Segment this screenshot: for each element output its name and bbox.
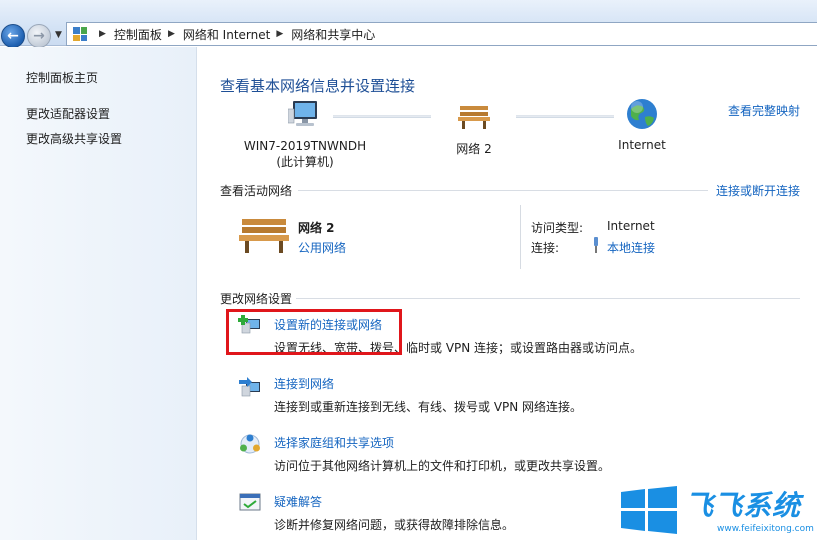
local-connection-link[interactable]: 本地连接 — [607, 239, 655, 256]
chevron-right-icon[interactable]: ▶ — [99, 29, 106, 39]
map-network-name: 网络 2 — [456, 142, 492, 156]
bench-icon — [239, 219, 289, 253]
bench-icon — [458, 106, 490, 129]
network-type-link[interactable]: 公用网络 — [298, 239, 346, 256]
homegroup-icon — [240, 434, 260, 454]
local-connection-icon — [591, 237, 601, 256]
troubleshoot-icon — [239, 493, 261, 511]
breadcrumb-item-control-panel[interactable]: 控制面板 — [114, 26, 162, 43]
control-panel-icon — [73, 27, 87, 41]
map-connector — [333, 115, 431, 118]
access-type-value: Internet — [607, 219, 655, 233]
connect-network-icon — [239, 377, 260, 397]
computer-icon — [288, 101, 317, 126]
windows-logo-icon — [621, 486, 677, 534]
computer-sublabel: (此计算机) — [276, 155, 334, 169]
active-network-name: 网络 2 — [298, 221, 335, 235]
forward-button[interactable]: → — [27, 24, 51, 48]
left-link-change-adapter[interactable]: 更改适配器设置 — [26, 105, 110, 122]
connect-disconnect-link[interactable]: 连接或断开连接 — [716, 182, 800, 199]
breadcrumb-item-network-sharing-center[interactable]: 网络和共享中心 — [291, 26, 375, 43]
left-link-advanced-sharing[interactable]: 更改高级共享设置 — [26, 130, 122, 147]
map-internet: Internet — [604, 97, 680, 152]
task-homegroup-link[interactable]: 选择家庭组和共享选项 — [274, 434, 394, 451]
view-full-map-link[interactable]: 查看完整映射 — [728, 102, 800, 119]
computer-name: WIN7-2019TNWNDH — [243, 139, 367, 153]
change-settings-heading: 更改网络设置 — [220, 292, 293, 306]
watermark-brand: 飞飞系统 — [685, 489, 802, 522]
active-networks-heading: 查看活动网络 — [220, 184, 293, 198]
access-type-label: 访问类型: — [531, 221, 584, 235]
left-link-control-panel-home[interactable]: 控制面板主页 — [26, 69, 98, 86]
map-internet-label: Internet — [618, 138, 666, 152]
section-divider — [298, 190, 708, 191]
task-connect-network-link[interactable]: 连接到网络 — [274, 375, 334, 392]
address-bar: ← → ▼ ▶ 控制面板 ▶ 网络和 Internet ▶ 网络和共享中心 — [0, 0, 817, 48]
page-title: 查看基本网络信息并设置连接 — [220, 77, 416, 95]
task-troubleshoot-desc: 诊断并修复网络问题，或获得故障排除信息。 — [274, 518, 515, 532]
watermark-logo: 飞飞系统 www.feifeixitong.com — [617, 484, 817, 540]
task-troubleshoot-link[interactable]: 疑难解答 — [274, 493, 322, 510]
highlight-annotation — [226, 309, 402, 355]
breadcrumb-item-network-internet[interactable]: 网络和 Internet — [183, 26, 270, 43]
chevron-right-icon[interactable]: ▶ — [168, 29, 175, 39]
chevron-right-icon[interactable]: ▶ — [276, 29, 283, 39]
left-pane: 控制面板主页 更改适配器设置 更改高级共享设置 — [0, 47, 197, 540]
connection-label: 连接: — [531, 241, 560, 255]
task-connect-network-desc: 连接到或重新连接到无线、有线、拨号或 VPN 网络连接。 — [274, 400, 583, 414]
map-computer: WIN7-2019TNWNDH (此计算机) — [240, 99, 370, 170]
map-connector — [516, 115, 614, 118]
section-divider — [296, 298, 800, 299]
breadcrumb[interactable]: ▶ 控制面板 ▶ 网络和 Internet ▶ 网络和共享中心 — [66, 22, 817, 46]
vertical-divider — [520, 205, 521, 269]
map-network: 网络 2 — [438, 102, 510, 157]
task-homegroup-desc: 访问位于其他网络计算机上的文件和打印机，或更改共享设置。 — [274, 459, 611, 473]
main-content: 查看基本网络信息并设置连接 查看完整映射 WIN7-2019TNWNDH (此计… — [198, 47, 817, 540]
globe-icon — [627, 99, 657, 129]
watermark-url: www.feifeixitong.com — [717, 524, 814, 534]
history-dropdown-icon[interactable]: ▼ — [55, 30, 62, 40]
back-button[interactable]: ← — [1, 24, 25, 48]
